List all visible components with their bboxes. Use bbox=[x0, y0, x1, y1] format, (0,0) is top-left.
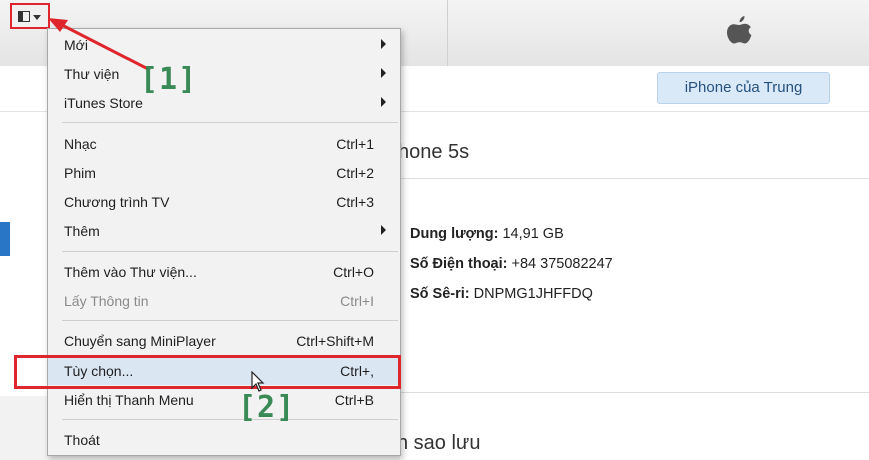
submenu-arrow-icon bbox=[381, 39, 386, 49]
menu-item-shortcut: Ctrl+I bbox=[340, 293, 374, 309]
app-menu: Mới Thư viện iTunes Store Nhạc Ctrl+1 Ph… bbox=[47, 28, 401, 456]
menu-item-miniplayer[interactable]: Chuyển sang MiniPlayer Ctrl+Shift+M bbox=[48, 327, 400, 355]
menu-item-shortcut: Ctrl+B bbox=[334, 392, 374, 408]
phone-label: Số Điện thoại: bbox=[410, 256, 508, 272]
sidebar-selection-accent bbox=[0, 222, 10, 256]
menu-item-tv-shows[interactable]: Chương trình TV Ctrl+3 bbox=[48, 188, 400, 216]
submenu-arrow-icon bbox=[381, 97, 386, 107]
menu-item-get-info: Lấy Thông tin Ctrl+I bbox=[48, 287, 400, 315]
submenu-arrow-icon bbox=[381, 68, 386, 78]
menu-item-itunes-store[interactable]: iTunes Store bbox=[48, 89, 400, 117]
phone-value: +84 375082247 bbox=[511, 256, 613, 272]
menu-item-label: Chuyển sang MiniPlayer bbox=[64, 333, 216, 349]
menu-item-label: Thoát bbox=[64, 432, 100, 448]
menu-item-shortcut: Ctrl+O bbox=[333, 264, 374, 280]
menu-item-shortcut: Ctrl+2 bbox=[336, 165, 374, 181]
menu-item-show-menu-bar[interactable]: Hiển thị Thanh Menu Ctrl+B bbox=[48, 386, 400, 414]
menu-item-music[interactable]: Nhạc Ctrl+1 bbox=[48, 130, 400, 158]
menu-separator bbox=[62, 122, 398, 123]
preferences-highlight bbox=[14, 355, 401, 389]
menu-item-label: Thêm vào Thư viện... bbox=[64, 264, 197, 280]
apple-logo-icon bbox=[727, 16, 752, 44]
menu-item-more[interactable]: Thêm bbox=[48, 217, 400, 245]
mouse-pointer-icon bbox=[251, 371, 265, 392]
menu-item-shortcut: Ctrl+Shift+M bbox=[296, 333, 374, 349]
menu-separator bbox=[62, 419, 398, 420]
backup-heading: n sao lưu bbox=[397, 432, 481, 454]
menu-item-shortcut: Ctrl+1 bbox=[336, 136, 374, 152]
menu-item-label: Thêm bbox=[64, 223, 100, 239]
divider bbox=[400, 392, 869, 393]
menu-item-label: Hiển thị Thanh Menu bbox=[64, 392, 194, 408]
serial-row: Số Sê-ri: DNPMG1JHFFDQ bbox=[410, 286, 593, 302]
menu-item-label: Nhạc bbox=[64, 136, 97, 152]
menu-item-label: Phim bbox=[64, 165, 96, 181]
menu-item-movies[interactable]: Phim Ctrl+2 bbox=[48, 159, 400, 187]
menu-item-label: Lấy Thông tin bbox=[64, 293, 149, 309]
step-1-label: [1] bbox=[140, 62, 198, 97]
device-name-heading: hone 5s bbox=[398, 141, 470, 163]
capacity-label: Dung lượng: bbox=[410, 226, 499, 242]
menu-item-add-to-library[interactable]: Thêm vào Thư viện... Ctrl+O bbox=[48, 258, 400, 286]
device-button[interactable]: iPhone của Trung bbox=[657, 72, 830, 104]
menu-item-shortcut: Ctrl+3 bbox=[336, 194, 374, 210]
serial-label: Số Sê-ri: bbox=[410, 286, 470, 302]
capacity-row: Dung lượng: 14,91 GB bbox=[410, 226, 564, 242]
toolbar-divider bbox=[447, 0, 448, 66]
menu-item-label: Chương trình TV bbox=[64, 194, 170, 210]
step-2-label: [2] bbox=[238, 390, 296, 425]
serial-value: DNPMG1JHFFDQ bbox=[473, 286, 593, 302]
phone-row: Số Điện thoại: +84 375082247 bbox=[410, 256, 613, 272]
menu-item-label: iTunes Store bbox=[64, 95, 143, 111]
divider bbox=[400, 178, 869, 179]
menu-separator bbox=[62, 320, 398, 321]
menu-item-exit[interactable]: Thoát bbox=[48, 426, 400, 454]
menu-separator bbox=[62, 251, 398, 252]
capacity-value: 14,91 GB bbox=[502, 226, 564, 242]
submenu-arrow-icon bbox=[381, 225, 386, 235]
